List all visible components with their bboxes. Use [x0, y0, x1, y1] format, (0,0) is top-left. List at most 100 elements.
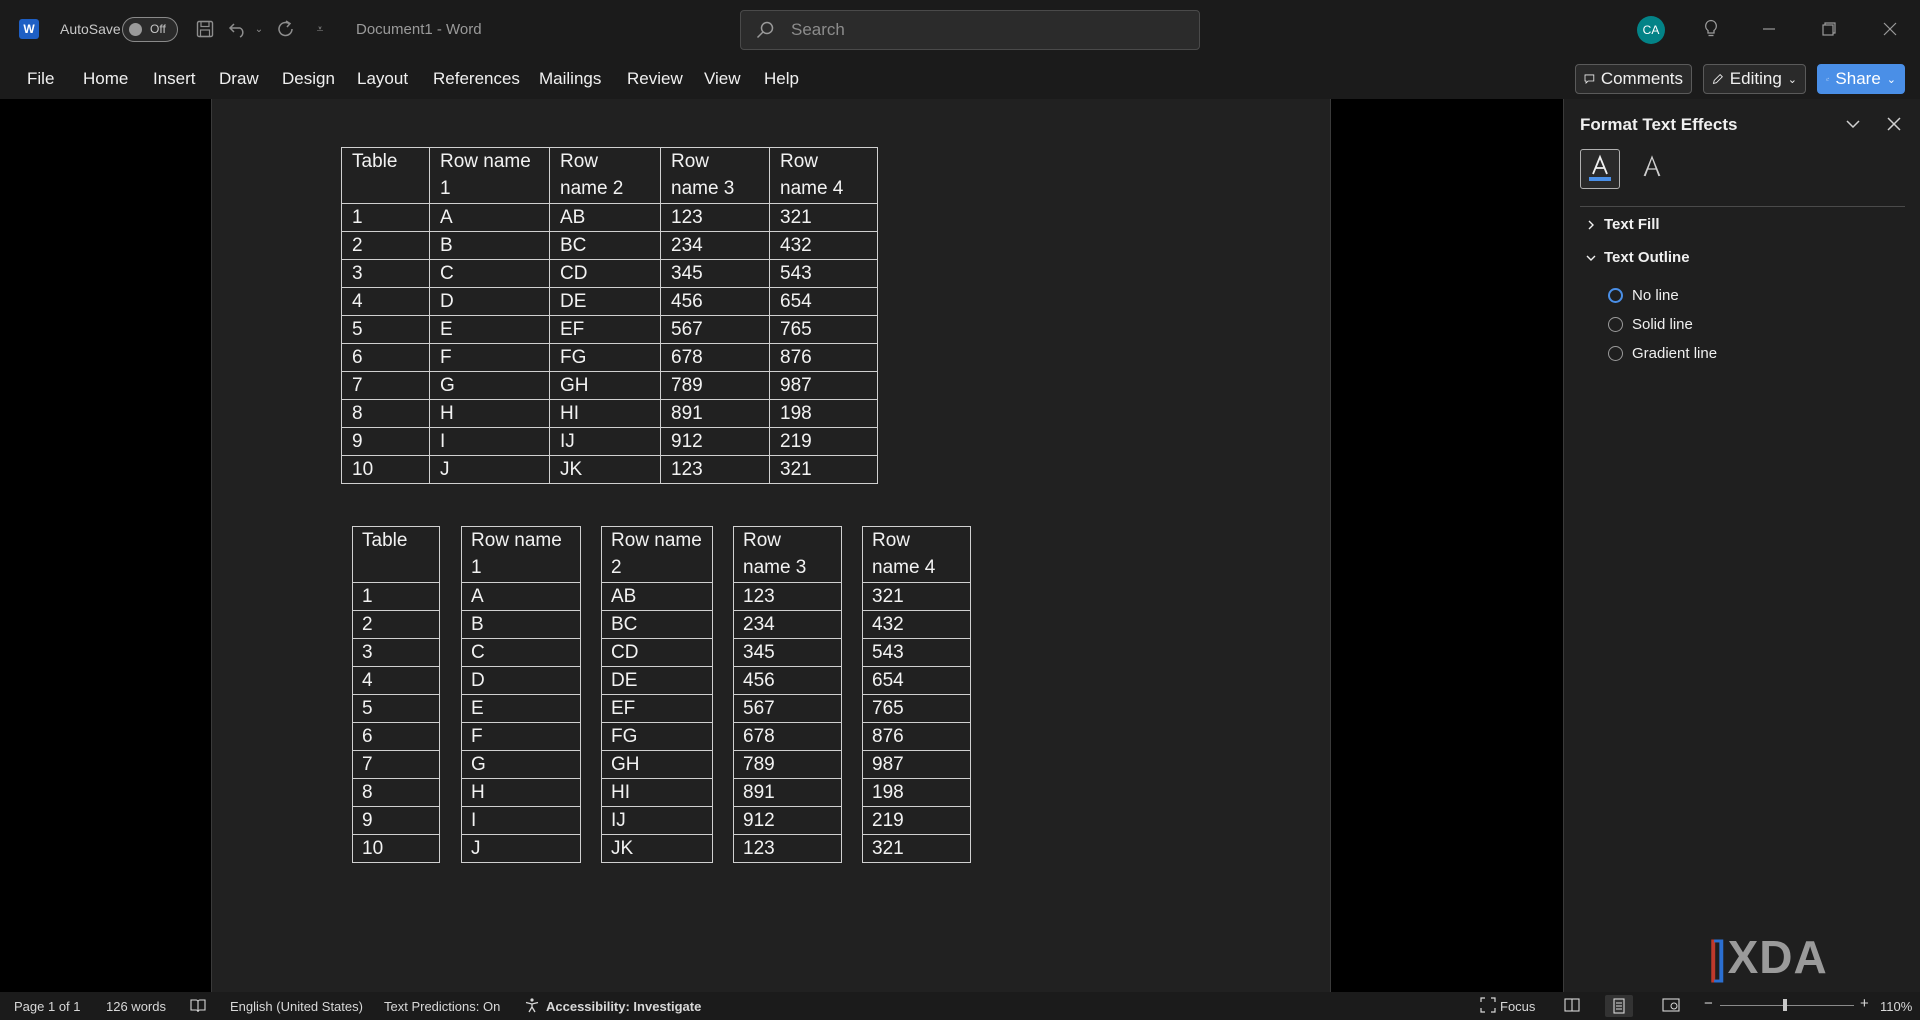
table-cell[interactable]: 432 — [862, 610, 971, 639]
zoom-out-icon[interactable]: − — [1704, 995, 1713, 1012]
table-cell[interactable]: 4 — [341, 287, 430, 316]
zoom-slider-thumb[interactable] — [1783, 999, 1787, 1011]
table-cell[interactable]: 567 — [733, 694, 842, 723]
table-header-cell[interactable]: Row name 2 — [549, 147, 661, 204]
table-cell[interactable]: 123 — [733, 834, 842, 863]
table-cell[interactable]: F — [429, 343, 550, 372]
table-cell[interactable]: F — [461, 722, 581, 751]
table-cell[interactable]: J — [429, 455, 550, 484]
print-layout-icon[interactable] — [1605, 995, 1633, 1017]
table-cell[interactable]: HI — [601, 778, 713, 807]
table-header-cell[interactable]: Row name 3 — [660, 147, 770, 204]
table-cell[interactable]: A — [429, 203, 550, 232]
table-cell[interactable]: 10 — [341, 455, 430, 484]
split-table-col-4[interactable]: Row name 4 321 432 543 654 765 876 987 198 219 321 — [862, 526, 971, 863]
table-cell[interactable]: GH — [601, 750, 713, 779]
table-cell[interactable]: JK — [601, 834, 713, 863]
table-cell[interactable]: 234 — [660, 231, 770, 260]
word-count[interactable]: 126 words — [106, 999, 166, 1014]
table-cell[interactable]: 321 — [862, 834, 971, 863]
tab-mailings[interactable]: Mailings — [539, 69, 601, 89]
close-icon[interactable] — [1875, 14, 1905, 44]
table-cell[interactable]: FG — [549, 343, 661, 372]
table-header-cell[interactable]: Row name 1 — [429, 147, 550, 204]
page-count[interactable]: Page 1 of 1 — [14, 999, 81, 1014]
table-cell[interactable]: D — [429, 287, 550, 316]
text-fill-outline-tab[interactable] — [1580, 149, 1620, 189]
table-cell[interactable]: I — [429, 427, 550, 456]
table-cell[interactable]: 8 — [352, 778, 440, 807]
table-cell[interactable]: B — [429, 231, 550, 260]
table-cell[interactable]: 5 — [352, 694, 440, 723]
radio-button[interactable] — [1608, 346, 1623, 361]
table-cell[interactable]: 5 — [341, 315, 430, 344]
table-cell[interactable]: G — [461, 750, 581, 779]
comments-button[interactable]: Comments — [1575, 64, 1692, 94]
table-cell[interactable]: 198 — [769, 399, 878, 428]
table-cell[interactable]: 6 — [341, 343, 430, 372]
table-cell[interactable]: 123 — [660, 455, 770, 484]
main-table[interactable]: Table Row name 1 Row name 2 Row name 3 R… — [341, 147, 878, 484]
language[interactable]: English (United States) — [230, 999, 363, 1014]
table-cell[interactable]: 9 — [341, 427, 430, 456]
table-cell[interactable]: 4 — [352, 666, 440, 695]
table-header-cell[interactable]: Table — [352, 526, 440, 583]
lightbulb-icon[interactable] — [1696, 14, 1726, 44]
table-cell[interactable]: D — [461, 666, 581, 695]
table-cell[interactable]: J — [461, 834, 581, 863]
split-table-col-1[interactable]: Row name 1ABCDEFGHIJ — [461, 526, 581, 863]
table-cell[interactable]: 987 — [862, 750, 971, 779]
tab-help[interactable]: Help — [764, 69, 799, 89]
focus-label[interactable]: Focus — [1500, 999, 1535, 1014]
table-cell[interactable]: JK — [549, 455, 661, 484]
table-cell[interactable]: 891 — [733, 778, 842, 807]
section-text-outline[interactable]: Text Outline — [1586, 249, 1690, 266]
table-cell[interactable]: IJ — [601, 806, 713, 835]
tab-design[interactable]: Design — [282, 69, 335, 89]
table-cell[interactable]: 345 — [660, 259, 770, 288]
radio-gradient-line[interactable]: Gradient line — [1608, 345, 1717, 362]
table-cell[interactable]: 123 — [733, 582, 842, 611]
table-cell[interactable]: G — [429, 371, 550, 400]
table-cell[interactable]: E — [429, 315, 550, 344]
table-cell[interactable]: 123 — [660, 203, 770, 232]
table-cell[interactable]: 891 — [660, 399, 770, 428]
undo-icon[interactable] — [226, 14, 250, 44]
table-header-cell[interactable]: Row name 4 — [862, 526, 971, 583]
web-layout-icon[interactable] — [1662, 997, 1680, 1016]
table-cell[interactable]: 219 — [769, 427, 878, 456]
split-table-col-3[interactable]: Row name 3 123 234 345 456 567 678 789 891 912 123 — [733, 526, 842, 863]
undo-dropdown-icon[interactable]: ⌄ — [252, 14, 266, 44]
table-cell[interactable]: 1 — [352, 582, 440, 611]
table-header-cell[interactable]: Row name 3 — [733, 526, 842, 583]
table-cell[interactable]: H — [461, 778, 581, 807]
close-icon[interactable] — [1883, 113, 1905, 135]
table-cell[interactable]: BC — [549, 231, 661, 260]
tab-home[interactable]: Home — [83, 69, 128, 89]
table-header-cell[interactable]: Row name 4 — [769, 147, 878, 204]
table-cell[interactable]: 765 — [769, 315, 878, 344]
table-cell[interactable]: 219 — [862, 806, 971, 835]
table-cell[interactable]: 654 — [862, 666, 971, 695]
table-cell[interactable]: 10 — [352, 834, 440, 863]
search-input[interactable] — [791, 20, 1181, 40]
table-cell[interactable]: 912 — [733, 806, 842, 835]
table-cell[interactable]: 654 — [769, 287, 878, 316]
minimize-icon[interactable] — [1754, 14, 1784, 44]
table-cell[interactable]: B — [461, 610, 581, 639]
table-cell[interactable]: 234 — [733, 610, 842, 639]
table-cell[interactable]: 7 — [341, 371, 430, 400]
table-cell[interactable]: 678 — [660, 343, 770, 372]
tab-review[interactable]: Review — [627, 69, 683, 89]
redo-icon[interactable] — [274, 14, 298, 44]
proofing-icon[interactable] — [190, 998, 206, 1016]
table-cell[interactable]: 789 — [733, 750, 842, 779]
table-cell[interactable]: 987 — [769, 371, 878, 400]
table-cell[interactable]: AB — [549, 203, 661, 232]
autosave-toggle[interactable]: Off — [122, 17, 178, 42]
restore-icon[interactable] — [1814, 14, 1844, 44]
table-cell[interactable]: C — [461, 638, 581, 667]
radio-no-line[interactable]: No line — [1608, 287, 1679, 304]
table-cell[interactable]: 432 — [769, 231, 878, 260]
table-cell[interactable]: 912 — [660, 427, 770, 456]
